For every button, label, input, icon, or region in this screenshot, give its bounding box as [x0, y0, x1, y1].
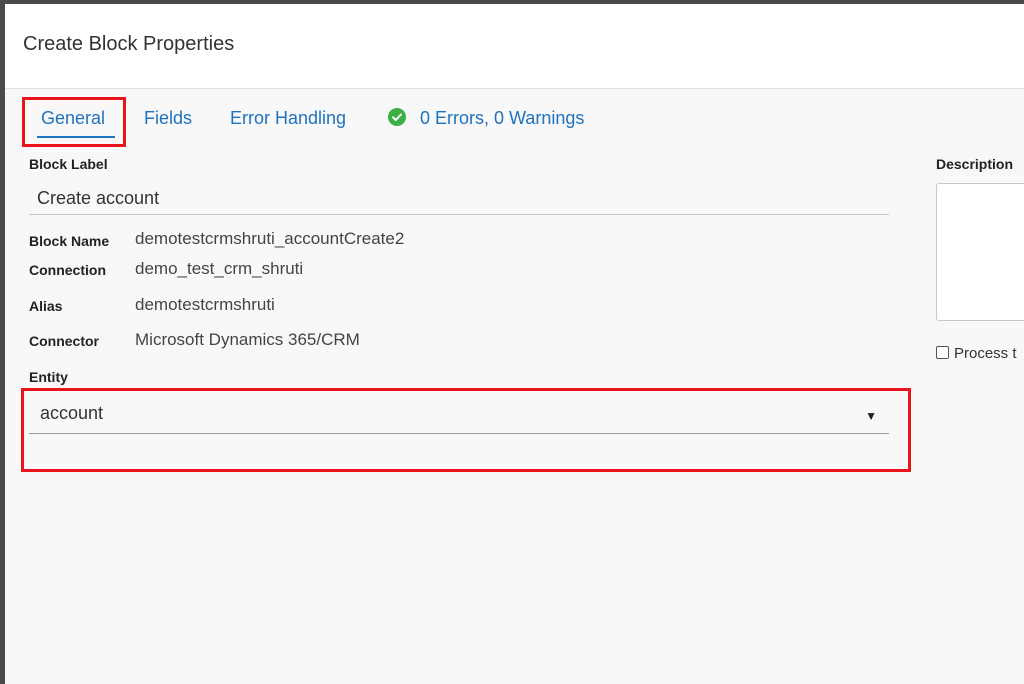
create-block-properties-dialog: Create Block Properties General Fields E… — [5, 4, 1024, 684]
block-name-value: demotestcrmshruti_accountCreate2 — [135, 229, 405, 248]
tab-fields[interactable]: Fields — [144, 108, 192, 129]
block-label-input[interactable] — [29, 183, 889, 215]
highlight-box-general-tab — [22, 97, 126, 147]
connector-label: Connector — [29, 333, 99, 349]
process-checkbox[interactable] — [936, 346, 949, 359]
alias-label: Alias — [29, 298, 63, 314]
check-circle-icon — [388, 108, 406, 126]
tab-error-handling[interactable]: Error Handling — [230, 108, 346, 129]
highlight-box-entity — [21, 388, 911, 472]
status-text: 0 Errors, 0 Warnings — [420, 108, 585, 128]
dialog-header: Create Block Properties — [5, 4, 1024, 89]
process-option: Process t — [936, 345, 1017, 363]
validation-status[interactable]: 0 Errors, 0 Warnings — [388, 108, 584, 129]
block-name-label: Block Name — [29, 233, 110, 249]
block-label-label: Block Label — [29, 156, 108, 172]
entity-label: Entity — [29, 369, 68, 385]
connection-label: Connection — [29, 262, 106, 278]
process-label: Process t — [954, 345, 1017, 362]
description-textarea[interactable] — [936, 183, 1024, 321]
dialog-title: Create Block Properties — [23, 33, 235, 55]
alias-value: demotestcrmshruti — [135, 295, 275, 314]
connection-value: demo_test_crm_shruti — [135, 259, 304, 278]
description-label: Description — [936, 156, 1014, 172]
connector-value: Microsoft Dynamics 365/CRM — [135, 330, 360, 349]
